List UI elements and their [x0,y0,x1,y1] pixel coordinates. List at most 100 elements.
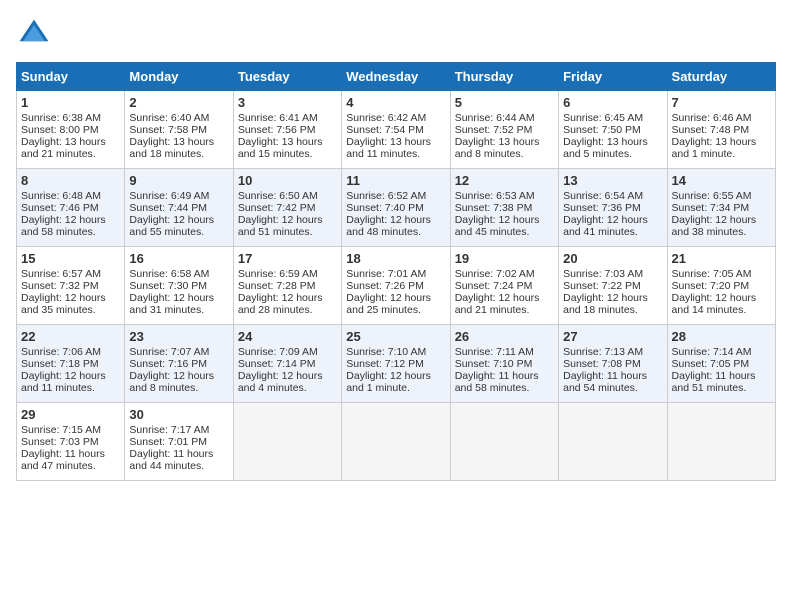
day-info-line: and 51 minutes. [238,226,337,238]
calendar-week-row: 29Sunrise: 7:15 AMSunset: 7:03 PMDayligh… [17,403,776,481]
calendar-cell: 5Sunrise: 6:44 AMSunset: 7:52 PMDaylight… [450,91,558,169]
day-number: 10 [238,173,337,188]
day-info-line: Daylight: 11 hours [129,448,228,460]
day-info-line: Sunrise: 6:55 AM [672,190,771,202]
day-info-line: Sunrise: 7:07 AM [129,346,228,358]
day-number: 19 [455,251,554,266]
day-info-line: Sunrise: 7:06 AM [21,346,120,358]
day-info-line: Sunset: 7:34 PM [672,202,771,214]
day-number: 28 [672,329,771,344]
day-info-line: Sunset: 7:40 PM [346,202,445,214]
day-info-line: and 41 minutes. [563,226,662,238]
day-info-line: Sunset: 7:28 PM [238,280,337,292]
page-header [16,16,776,52]
calendar-cell: 22Sunrise: 7:06 AMSunset: 7:18 PMDayligh… [17,325,125,403]
day-info-line: and 1 minute. [672,148,771,160]
day-info-line: Sunset: 7:14 PM [238,358,337,370]
calendar-week-row: 8Sunrise: 6:48 AMSunset: 7:46 PMDaylight… [17,169,776,247]
day-info-line: Daylight: 12 hours [346,292,445,304]
calendar-cell: 1Sunrise: 6:38 AMSunset: 8:00 PMDaylight… [17,91,125,169]
day-info-line: Sunrise: 6:59 AM [238,268,337,280]
day-info-line: and 25 minutes. [346,304,445,316]
day-number: 13 [563,173,662,188]
day-number: 11 [346,173,445,188]
calendar-cell: 18Sunrise: 7:01 AMSunset: 7:26 PMDayligh… [342,247,450,325]
calendar-cell: 16Sunrise: 6:58 AMSunset: 7:30 PMDayligh… [125,247,233,325]
day-number: 3 [238,95,337,110]
weekday-header: Thursday [450,63,558,91]
day-number: 5 [455,95,554,110]
day-info-line: Sunset: 7:32 PM [21,280,120,292]
day-info-line: Sunrise: 6:38 AM [21,112,120,124]
day-info-line: Daylight: 12 hours [21,292,120,304]
day-number: 6 [563,95,662,110]
day-info-line: Sunrise: 7:17 AM [129,424,228,436]
day-number: 24 [238,329,337,344]
day-number: 21 [672,251,771,266]
calendar-cell: 6Sunrise: 6:45 AMSunset: 7:50 PMDaylight… [559,91,667,169]
calendar-cell: 7Sunrise: 6:46 AMSunset: 7:48 PMDaylight… [667,91,775,169]
day-info-line: Sunset: 7:42 PM [238,202,337,214]
day-info-line: Daylight: 12 hours [455,214,554,226]
weekday-header-row: SundayMondayTuesdayWednesdayThursdayFrid… [17,63,776,91]
day-info-line: Daylight: 12 hours [129,370,228,382]
day-info-line: Daylight: 13 hours [455,136,554,148]
day-info-line: Sunrise: 6:44 AM [455,112,554,124]
day-info-line: Sunset: 7:10 PM [455,358,554,370]
calendar-cell: 4Sunrise: 6:42 AMSunset: 7:54 PMDaylight… [342,91,450,169]
day-number: 27 [563,329,662,344]
weekday-header: Tuesday [233,63,341,91]
day-info-line: Sunrise: 7:11 AM [455,346,554,358]
calendar-cell-empty [342,403,450,481]
calendar-table: SundayMondayTuesdayWednesdayThursdayFrid… [16,62,776,481]
day-info-line: Sunset: 7:30 PM [129,280,228,292]
day-info-line: and 15 minutes. [238,148,337,160]
day-info-line: and 1 minute. [346,382,445,394]
calendar-cell: 28Sunrise: 7:14 AMSunset: 7:05 PMDayligh… [667,325,775,403]
day-info-line: Daylight: 12 hours [346,214,445,226]
day-info-line: Sunset: 7:58 PM [129,124,228,136]
calendar-cell: 21Sunrise: 7:05 AMSunset: 7:20 PMDayligh… [667,247,775,325]
calendar-cell: 26Sunrise: 7:11 AMSunset: 7:10 PMDayligh… [450,325,558,403]
day-info-line: Sunrise: 7:15 AM [21,424,120,436]
day-info-line: Daylight: 11 hours [455,370,554,382]
day-number: 4 [346,95,445,110]
logo [16,16,56,52]
day-info-line: Daylight: 12 hours [563,214,662,226]
day-info-line: Daylight: 13 hours [672,136,771,148]
day-info-line: Sunrise: 7:02 AM [455,268,554,280]
day-info-line: and 47 minutes. [21,460,120,472]
day-info-line: Sunset: 7:18 PM [21,358,120,370]
day-info-line: and 21 minutes. [455,304,554,316]
day-info-line: Sunset: 7:48 PM [672,124,771,136]
day-info-line: Sunrise: 6:54 AM [563,190,662,202]
day-number: 18 [346,251,445,266]
day-number: 15 [21,251,120,266]
day-info-line: Daylight: 12 hours [21,370,120,382]
day-info-line: and 44 minutes. [129,460,228,472]
day-info-line: and 38 minutes. [672,226,771,238]
day-info-line: Sunrise: 6:49 AM [129,190,228,202]
calendar-week-row: 15Sunrise: 6:57 AMSunset: 7:32 PMDayligh… [17,247,776,325]
calendar-cell-empty [667,403,775,481]
day-info-line: Daylight: 12 hours [21,214,120,226]
calendar-cell: 17Sunrise: 6:59 AMSunset: 7:28 PMDayligh… [233,247,341,325]
day-number: 23 [129,329,228,344]
day-info-line: Sunrise: 6:41 AM [238,112,337,124]
day-number: 25 [346,329,445,344]
day-info-line: Sunset: 7:54 PM [346,124,445,136]
day-info-line: Sunrise: 6:42 AM [346,112,445,124]
day-info-line: Sunrise: 6:48 AM [21,190,120,202]
day-number: 14 [672,173,771,188]
calendar-cell: 25Sunrise: 7:10 AMSunset: 7:12 PMDayligh… [342,325,450,403]
day-info-line: Daylight: 11 hours [21,448,120,460]
calendar-cell: 11Sunrise: 6:52 AMSunset: 7:40 PMDayligh… [342,169,450,247]
calendar-cell: 8Sunrise: 6:48 AMSunset: 7:46 PMDaylight… [17,169,125,247]
day-info-line: and 4 minutes. [238,382,337,394]
calendar-cell: 23 Sunrise: 7:07 AMSunset: 7:16 PMDayligh… [125,325,233,403]
day-info-line: and 11 minutes. [21,382,120,394]
day-info-line: Sunset: 7:08 PM [563,358,662,370]
day-info-line: Sunset: 7:16 PM [129,358,228,370]
day-info-line: Sunrise: 7:01 AM [346,268,445,280]
day-info-line: Sunset: 8:00 PM [21,124,120,136]
